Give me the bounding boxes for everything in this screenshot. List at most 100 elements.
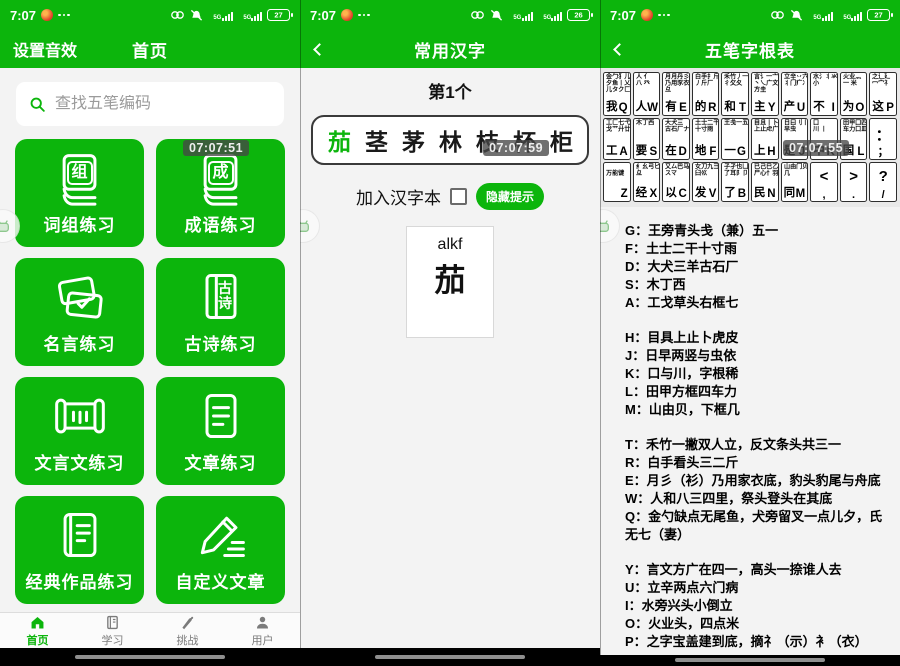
hd-call-icon <box>770 9 785 21</box>
keyboard-row: 工匚七弋戈艹廾廿工A木丁西要S大犬三古石厂ナ在D土士二干十寸雨地F王戋一五一G目… <box>603 118 897 160</box>
mnemonic-line: L：田甲方框四车力 <box>625 383 891 401</box>
tab-home[interactable]: 首页 <box>0 613 75 648</box>
mnemonic-line: E：月彡（衫）乃用家衣底，豹头豹尾与舟底 <box>625 472 891 490</box>
user-icon <box>254 614 271 631</box>
clock: 7:07 <box>10 8 36 23</box>
custom-article-button[interactable]: 自定义文章 <box>156 496 285 604</box>
sound-settings-button[interactable]: 设置音效 <box>13 37 77 61</box>
tab-user[interactable]: 用户 <box>225 613 300 648</box>
android-icon <box>0 218 12 234</box>
edit-pencil-icon <box>193 507 249 563</box>
battery-percent: 27 <box>874 11 882 19</box>
mnemonic-line: S：木丁西 <box>625 276 891 294</box>
recording-timestamp: 07:07:51 <box>183 140 249 156</box>
mnemonic-line: G：王旁青头戋（兼）五一 <box>625 222 891 240</box>
home-icon <box>29 614 46 631</box>
article-icon <box>193 388 249 444</box>
key-punct: >. <box>840 162 868 202</box>
key-X: 纟幺弓匕彑经X <box>633 162 661 202</box>
quote-practice-button[interactable]: 名言练习 <box>15 258 144 366</box>
key-E: 月月丹彡乃用豕衣彑有E <box>662 72 690 116</box>
signal-5g-label: 5G <box>214 14 222 21</box>
word-book-icon: 组 <box>52 150 108 206</box>
key-T: 禾竹丿一彳攵夂和T <box>721 72 749 116</box>
home-indicator <box>75 655 225 659</box>
key-Z: 万能键Z <box>603 162 631 202</box>
mnemonic-line: H：目具上止卜虎皮 <box>625 329 891 347</box>
classical-chinese-practice-button[interactable]: 文言文练习 <box>15 377 144 485</box>
key-W: 人 亻八 癶人W <box>633 72 661 116</box>
strip-char: 析 <box>580 123 589 157</box>
signal-icon: 5G <box>208 10 232 21</box>
panel-divider <box>300 0 301 666</box>
tab-challenge[interactable]: 挑战 <box>150 613 225 648</box>
android-icon <box>600 218 612 234</box>
strip-char: 茄 <box>321 123 358 157</box>
article-practice-button[interactable]: 文章练习 <box>156 377 285 485</box>
search-bar[interactable] <box>16 82 284 126</box>
key-D: 大犬三古石厂ナ在D <box>662 118 690 160</box>
search-input[interactable] <box>55 95 271 113</box>
key-N: 已己巳乙尸心忄羽民N <box>751 162 779 202</box>
clock: 7:07 <box>610 8 636 23</box>
key-G: 王戋一五一G <box>721 118 749 160</box>
vibrate-off-icon <box>490 9 503 21</box>
more-dots-icon <box>58 14 70 17</box>
search-icon <box>29 95 46 114</box>
key-Y: 言讠一亠丶乀广文方圭主Y <box>751 72 779 116</box>
nav-header: 常用汉字 <box>300 30 600 68</box>
signal-icon: 5G <box>238 10 262 21</box>
status-bar: 7:07 5G 5G 27 <box>600 0 900 30</box>
mnemonic-line: I：水旁兴头小倒立 <box>625 597 891 615</box>
triple-screenshot: 7:07 5G 5G 27 设置音效 首页 组 <box>0 0 900 666</box>
app-dot-icon <box>341 9 353 21</box>
keyboard-row: 金勹犭儿夕鱼丨乂儿タク匚我Q人 亻八 癶人W月月丹彡乃用豕衣彑有E白手扌斤丿斤厂… <box>603 72 897 116</box>
add-to-book-row: 加入汉字本 隐藏提示 <box>300 183 600 210</box>
mnemonic-line: T：禾竹一撇双人立，反文条头共三一 <box>625 436 891 454</box>
nav-header: 设置音效 首页 <box>0 30 300 68</box>
poem-practice-button[interactable]: 古诗 古诗练习 <box>156 258 285 366</box>
panel-common-chars: 7:07 5G 5G 26 常用汉字 第1个 茄茎茅林枝杯柜析 加入汉字本 隐藏… <box>300 0 600 666</box>
key-H: 目且丨卜上止虍广上H <box>751 118 779 160</box>
add-to-book-checkbox[interactable] <box>450 188 467 205</box>
home-indicator <box>675 658 825 662</box>
floating-assistant-button[interactable] <box>300 209 320 243</box>
word-group-practice-button[interactable]: 组 词组练习 <box>15 139 144 247</box>
mnemonic-line: U：立辛两点六门病 <box>625 579 891 597</box>
key-I: 水氵丬氺小不I <box>810 72 838 116</box>
mnemonic-line: F：土士二干十寸雨 <box>625 240 891 258</box>
key-M: 山由门贝几同M <box>781 162 809 202</box>
key-punct: <, <box>810 162 838 202</box>
key-B: 子孑也凵了耳阝卩了B <box>721 162 749 202</box>
hd-call-icon <box>170 9 185 21</box>
signal-icon: 5G <box>508 10 532 21</box>
strip-char: 林 <box>432 123 469 157</box>
keyboard-row: 万能键Z纟幺弓匕彑经X又厶巴马スマ以C女刀九彐臼巛发V子孑也凵了耳阝卩了B已己巳… <box>603 162 897 202</box>
android-icon <box>300 218 312 234</box>
mnemonic-line: J：日早两竖与虫依 <box>625 347 891 365</box>
tab-study[interactable]: 学习 <box>75 613 150 648</box>
classic-works-practice-button[interactable]: 经典作品练习 <box>15 496 144 604</box>
app-dot-icon <box>641 9 653 21</box>
key-punct: ?/ <box>869 162 897 202</box>
practice-grid: 组 词组练习 成 成语练习 名言练习 古诗 <box>15 139 285 604</box>
signal-icon: 5G <box>838 10 862 21</box>
app-dot-icon <box>41 9 53 21</box>
scroll-icon <box>52 388 108 444</box>
vibrate-off-icon <box>190 9 203 21</box>
mnemonic-group: T：禾竹一撇双人立，反文条头共三一R：白手看头三二斤E：月彡（衫）乃用家衣底，豹… <box>625 436 891 544</box>
mnemonic-line: R：白手看头三二斤 <box>625 454 891 472</box>
key-U: 立辛丷六丬门疒冫产U <box>781 72 809 116</box>
panel-root-table: 7:07 5G 5G 27 五笔字根表 金勹犭儿夕鱼丨乂儿タク匚我Q人 亻八 癶… <box>600 0 900 666</box>
mnemonic-group: G：王旁青头戋（兼）五一F：土士二干十寸雨D：大犬三羊古石厂S：木丁西A：工戈草… <box>625 222 891 312</box>
home-indicator <box>375 655 525 659</box>
mnemonic-line: M：山由贝，下框几 <box>625 401 891 419</box>
classic-book-icon <box>52 507 108 563</box>
battery-icon: 27 <box>867 9 890 21</box>
page-title: 五笔字根表 <box>600 37 900 62</box>
hide-hint-button[interactable]: 隐藏提示 <box>476 183 544 210</box>
strip-char: 茎 <box>358 123 395 157</box>
mnemonic-line: A：工戈草头右框七 <box>625 294 891 312</box>
mnemonic-group: Y：言文方广在四一，高头一捺谁人去U：立辛两点六门病I：水旁兴头小倒立O：火业头… <box>625 561 891 651</box>
strip-char: 茅 <box>395 123 432 157</box>
